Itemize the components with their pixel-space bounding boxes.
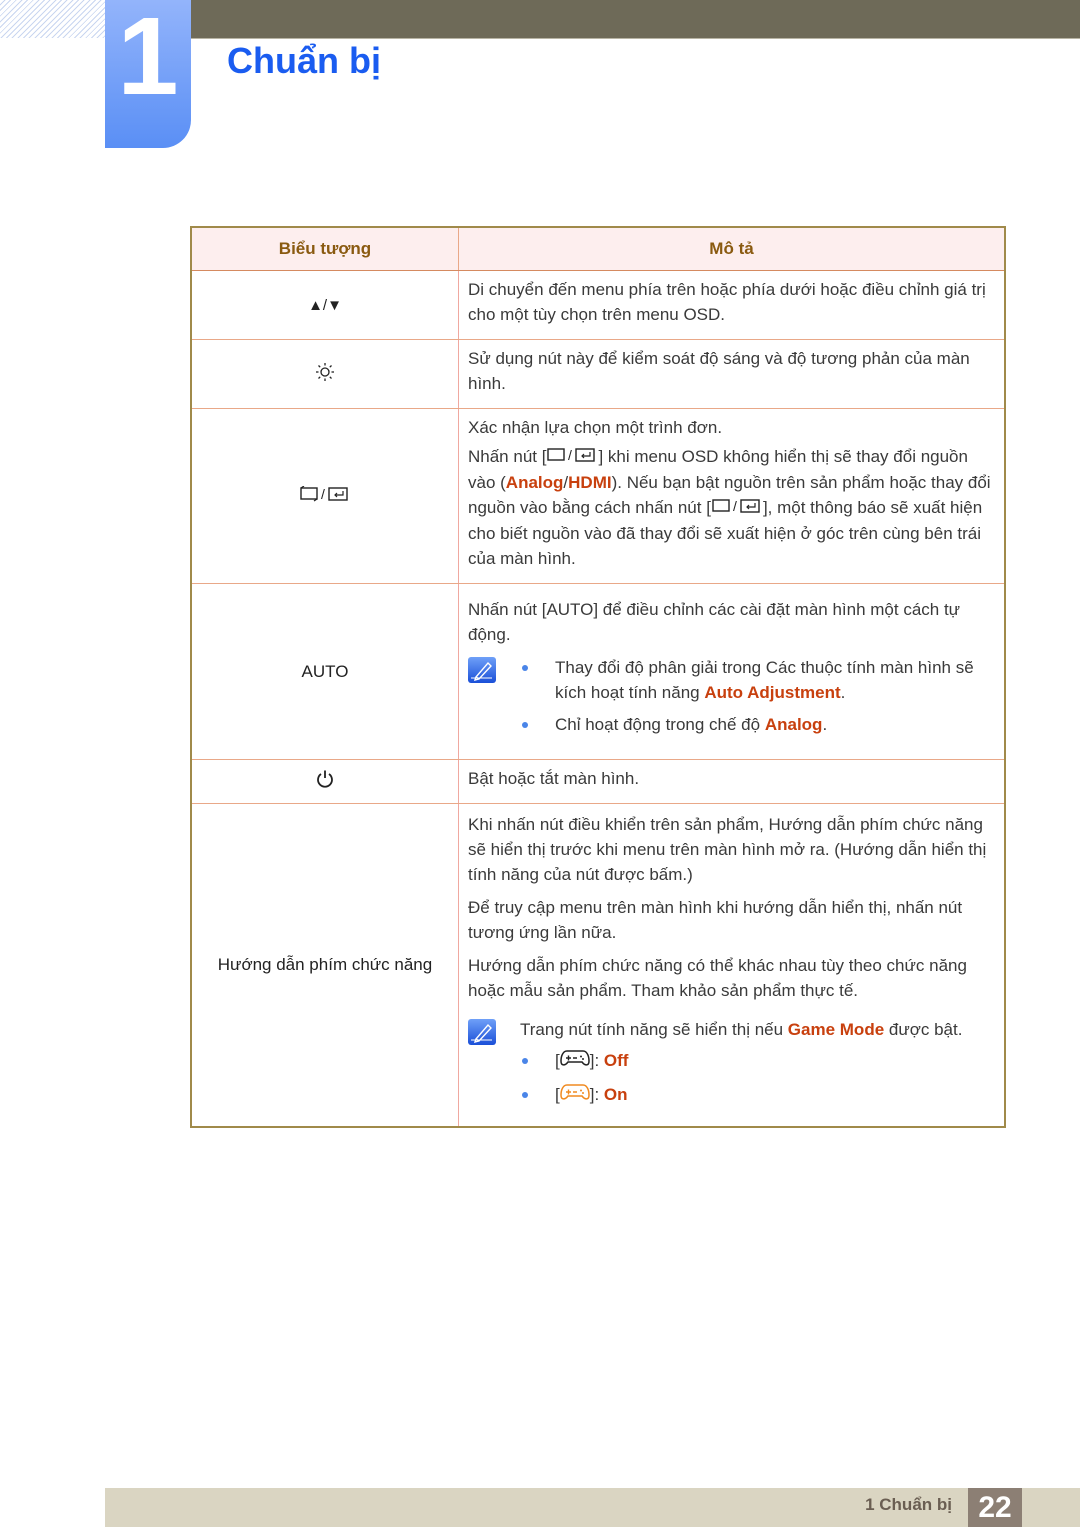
icon-cell [191, 759, 459, 805]
description-cell: Di chuyển đến menu phía trên hoặc phía d… [458, 270, 1005, 340]
description-text: Sử dụng nút này để kiểm soát độ sáng và … [468, 349, 970, 393]
list-item: []: On [520, 1082, 994, 1109]
on-state-label: On [603, 1084, 628, 1104]
table-row: Sử dụng nút này để kiểm soát độ sáng và … [191, 339, 1005, 409]
icon-cell: Hướng dẫn phím chức năng [191, 803, 459, 1128]
description-cell: Nhấn nút [AUTO] để điều chỉnh các cài đặ… [458, 583, 1005, 761]
description-text: Xác nhận lựa chọn một trình đơn. [468, 418, 723, 437]
table-row: ▲/▼ Di chuyển đến menu phía trên hoặc ph… [191, 270, 1005, 340]
gamepad-off-icon [559, 1048, 590, 1075]
top-bar-line [190, 38, 1080, 39]
top-bar [190, 0, 1080, 38]
page-footer: 1 Chuẩn bị 22 [105, 1488, 1080, 1527]
note-pencil-icon [468, 657, 496, 684]
decorative-hatch [0, 0, 105, 38]
column-header-icon: Biểu tượng [190, 226, 459, 271]
enter-source-icon: / [546, 445, 598, 470]
description-text: Để truy cập menu trên màn hình khi hướng… [468, 897, 963, 942]
table-header-row: Biểu tượng Mô tả [190, 226, 1006, 271]
analog-highlight: Analog [505, 473, 564, 493]
icon-cell: ▲/▼ [191, 270, 459, 340]
game-mode-state-list: []: Off []: On [520, 1048, 994, 1109]
svg-text:/: / [321, 486, 325, 502]
auto-adjustment-highlight: Auto Adjustment [704, 683, 841, 703]
description-text: Nhấn nút [/] khi menu OSD không hiển thị… [468, 444, 994, 571]
enter-source-icon: / [299, 485, 351, 507]
text-fragment: Chỉ hoạt động trong chế độ [555, 715, 765, 735]
power-icon [315, 769, 335, 794]
enter-source-icon: / [711, 496, 763, 521]
page-number: 22 [968, 1488, 1022, 1527]
svg-text:/: / [568, 447, 572, 463]
description-cell: Khi nhấn nút điều khiển trên sản phẩm, H… [458, 803, 1005, 1128]
list-item: Chỉ hoạt động trong chế độ Analog. [520, 712, 994, 737]
description-text: Hướng dẫn phím chức năng có thể khác nha… [468, 955, 967, 1000]
chapter-title: Chuẩn bị [227, 40, 381, 81]
description-cell: Xác nhận lựa chọn một trình đơn. Nhấn nú… [458, 407, 1005, 585]
description-text: Khi nhấn nút điều khiển trên sản phẩm, H… [468, 814, 987, 884]
function-key-guide-label: Hướng dẫn phím chức năng [217, 954, 433, 974]
chapter-tab: 1 [105, 0, 191, 148]
gamepad-on-icon [559, 1082, 590, 1109]
brightness-icon [315, 362, 335, 387]
footer-section: 1 Chuẩn bị [865, 1495, 952, 1514]
description-cell: Bật hoặc tắt màn hình. [458, 759, 1005, 805]
note-block: Thay đổi độ phân giải trong Các thuộc tí… [468, 655, 994, 744]
note-bullet-list: Thay đổi độ phân giải trong Các thuộc tí… [520, 655, 994, 744]
table-row: / Xác nhận lựa chọn một trình đơn. Nhấn … [191, 407, 1005, 585]
list-item: Thay đổi độ phân giải trong Các thuộc tí… [520, 655, 994, 705]
table-row: Bật hoặc tắt màn hình. [191, 759, 1005, 805]
up-down-arrows-icon: ▲/▼ [308, 297, 342, 314]
icon-cell: / [191, 407, 459, 585]
description-cell: Sử dụng nút này để kiểm soát độ sáng và … [458, 339, 1005, 409]
note-text: Trang nút tính năng sẽ hiển thị nếu Game… [520, 1017, 962, 1042]
svg-text:/: / [733, 498, 737, 514]
description-text: Nhấn nút [AUTO] để điều chỉnh các cài đặ… [468, 600, 961, 645]
analog-highlight: Analog [764, 715, 823, 735]
table-row: Hướng dẫn phím chức năng Khi nhấn nút đi… [191, 803, 1005, 1128]
note-block: Trang nút tính năng sẽ hiển thị nếu Game… [468, 1017, 994, 1048]
hdmi-highlight: HDMI [568, 473, 612, 493]
list-item: []: Off [520, 1048, 994, 1075]
note-content: Trang nút tính năng sẽ hiển thị nếu Game… [520, 1017, 962, 1048]
text-fragment: Nhấn nút [ [468, 447, 547, 466]
description-text: Bật hoặc tắt màn hình. [468, 769, 640, 789]
table-row: AUTO Nhấn nút [AUTO] để điều chỉnh các c… [191, 583, 1005, 761]
chapter-number: 1 [117, 0, 179, 118]
icon-description-table: Biểu tượng Mô tả ▲/▼ Di chuyển đến menu … [190, 226, 1006, 1128]
column-header-description: Mô tả [458, 226, 1006, 271]
game-mode-highlight: Game Mode [787, 1019, 885, 1039]
auto-label: AUTO [301, 661, 349, 681]
icon-cell [191, 339, 459, 409]
text-fragment: . [840, 683, 846, 703]
note-pencil-icon [468, 1018, 496, 1045]
text-fragment: Trang nút tính năng sẽ hiển thị nếu [520, 1019, 788, 1039]
description-text: Di chuyển đến menu phía trên hoặc phía d… [468, 280, 986, 324]
text-fragment: . [822, 715, 828, 735]
off-state-label: Off [603, 1050, 629, 1070]
icon-cell: AUTO [191, 583, 459, 761]
text-fragment: được bật. [884, 1019, 963, 1039]
